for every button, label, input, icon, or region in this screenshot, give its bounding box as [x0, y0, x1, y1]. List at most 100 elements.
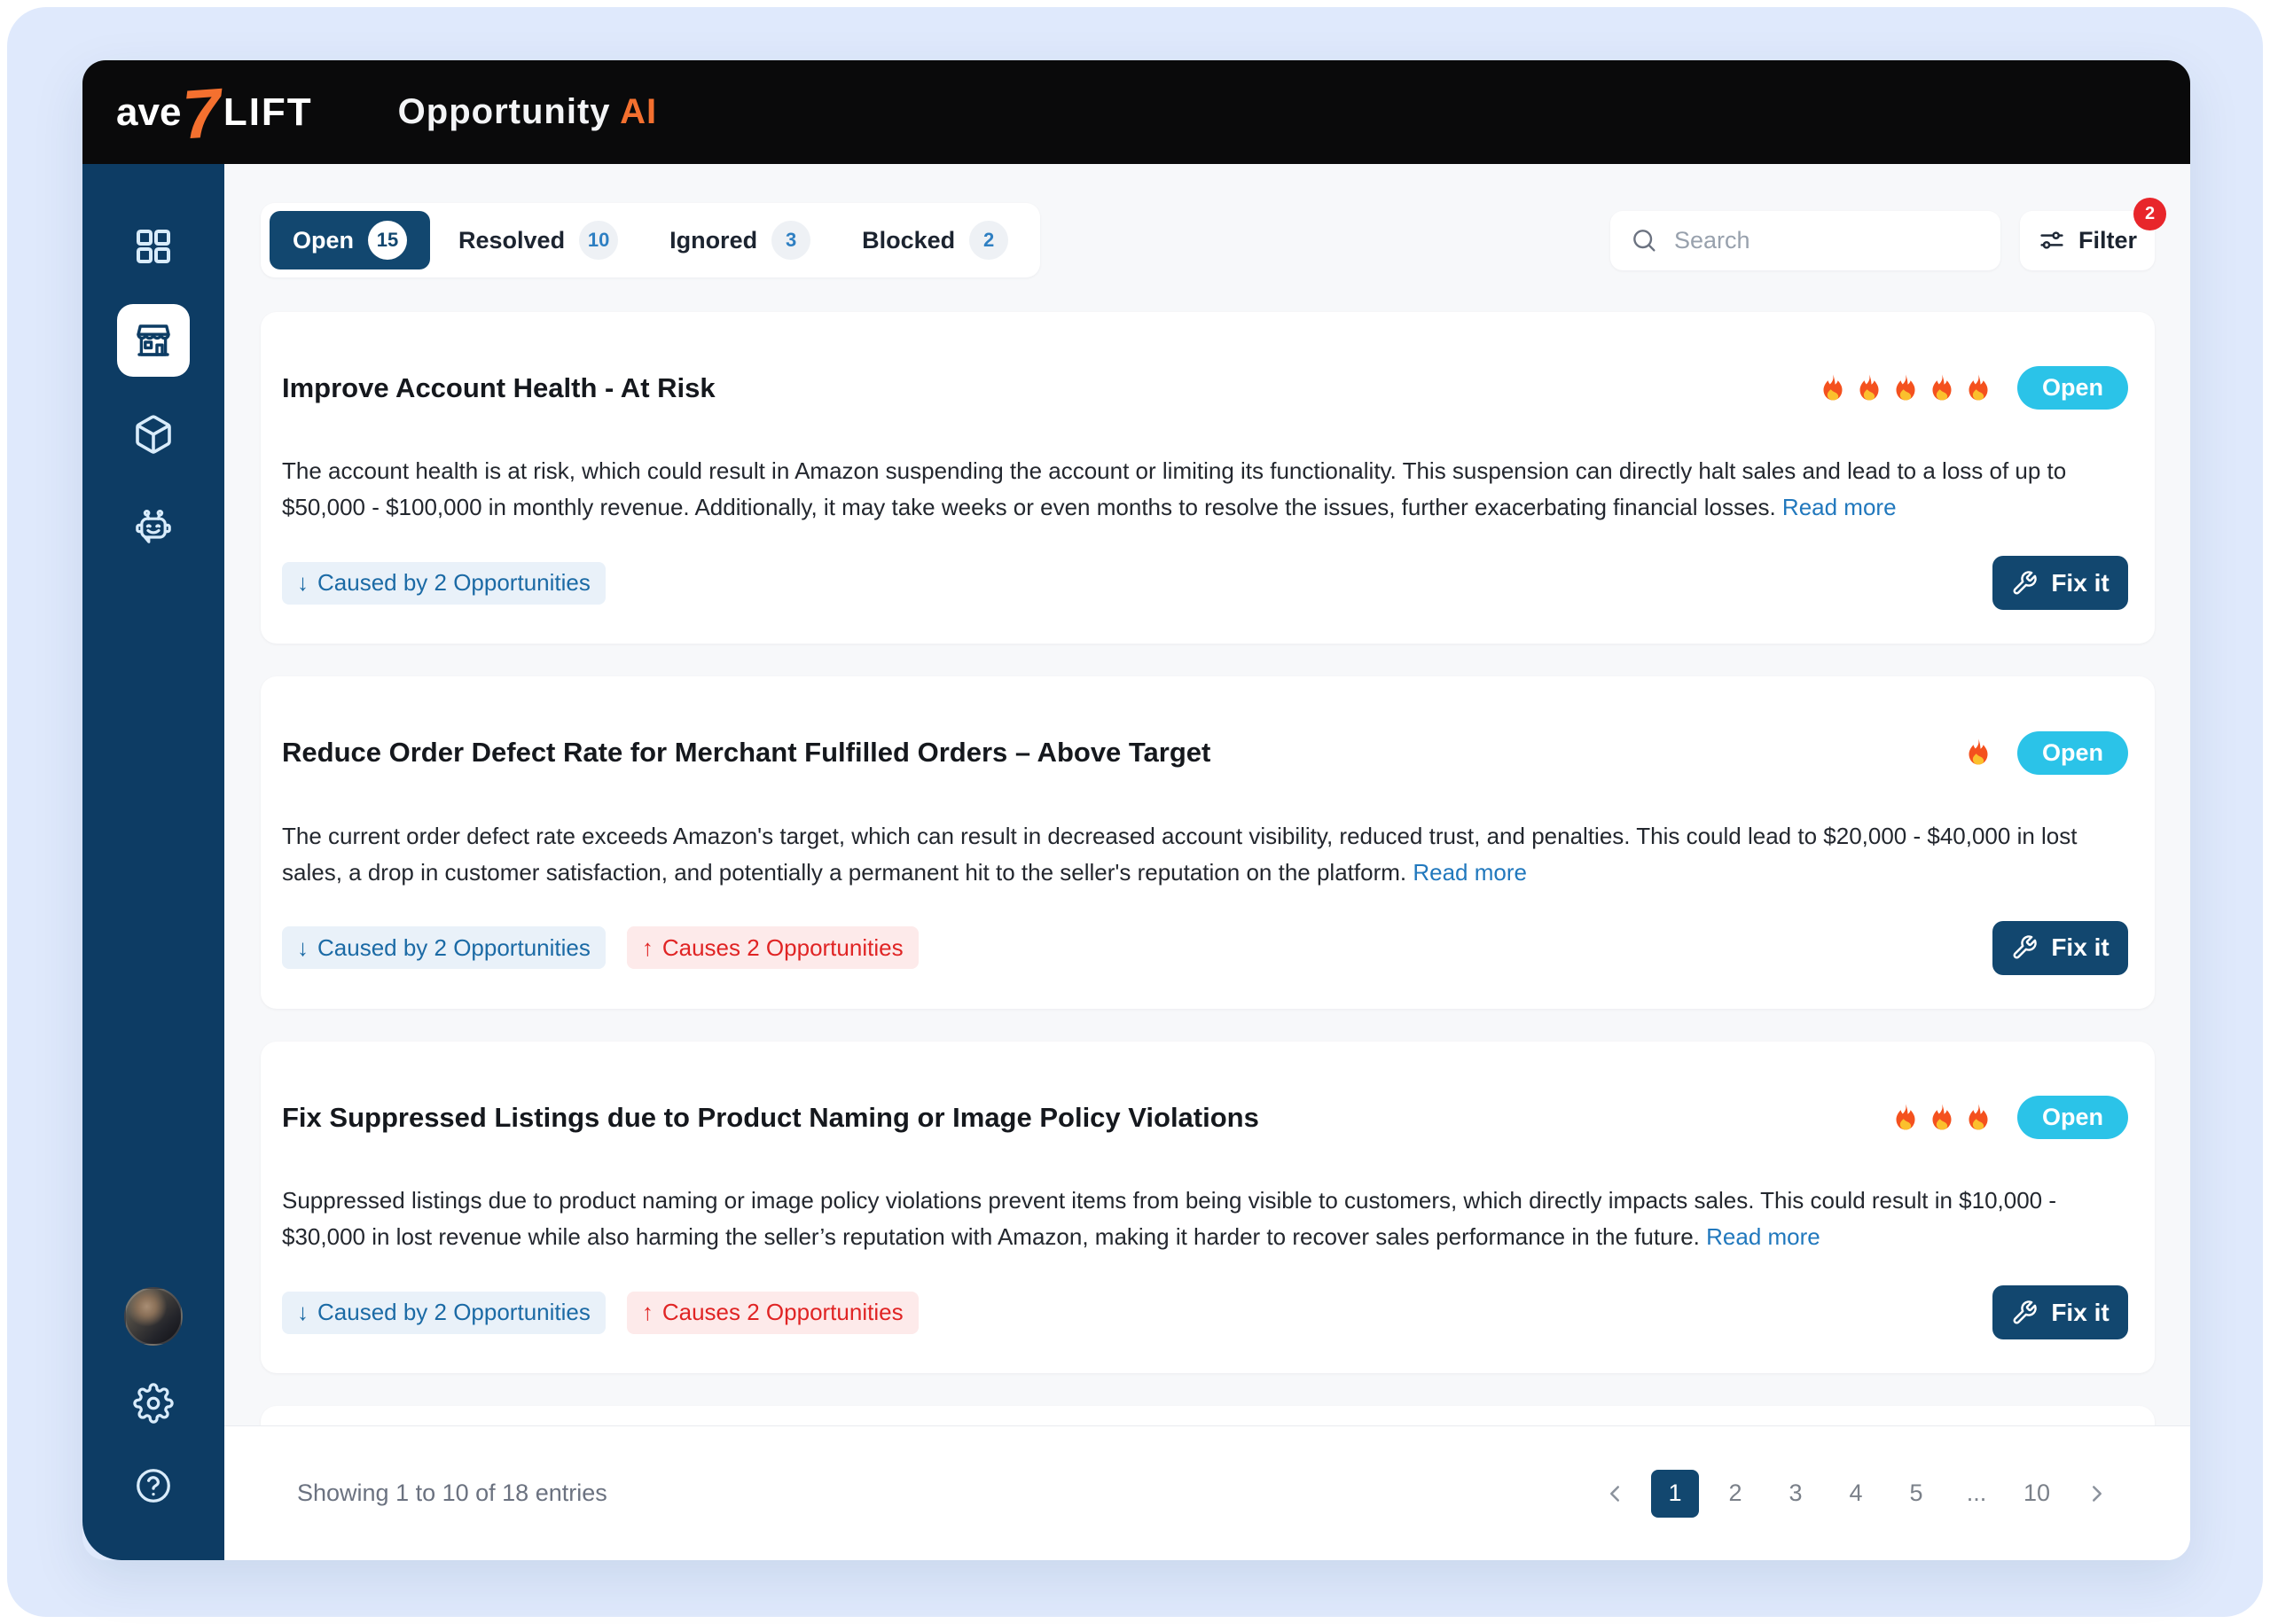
fire-icon: [1823, 374, 1843, 401]
logo-accent-seven: 7: [180, 73, 224, 153]
search-input[interactable]: [1672, 225, 1981, 255]
toolbar: Open 15 Resolved 10 Ignored 3 Blocked 2: [261, 197, 2166, 277]
filter-sliders-icon: [2040, 231, 2063, 249]
fire-icon: [1859, 374, 1879, 401]
read-more-link[interactable]: Read more: [1706, 1223, 1820, 1250]
sidebar-item-store[interactable]: [117, 304, 190, 377]
prev-page-button[interactable]: [1591, 1470, 1639, 1518]
search-box: [1610, 210, 2000, 270]
arrow-down-icon: ↓: [297, 933, 309, 961]
fire-icon: [1932, 1103, 1952, 1130]
card-title: Reduce Order Defect Rate for Merchant Fu…: [282, 737, 1211, 769]
fire-icon: [1896, 1103, 1915, 1130]
card-description: The current order defect rate exceeds Am…: [282, 822, 2078, 886]
read-more-link[interactable]: Read more: [1413, 859, 1527, 886]
tab-count-badge: 2: [969, 221, 1009, 260]
fire-icon: [1969, 738, 1988, 765]
sidebar: [82, 164, 224, 1560]
opportunity-card: Improve Account Health - At Risk Open Th…: [261, 312, 2155, 644]
pagination: 1 2 3 4 5... 10: [1591, 1469, 2121, 1518]
card-title: Improve Account Health - At Risk: [282, 371, 716, 403]
tab-ignored[interactable]: Ignored 3: [646, 211, 834, 269]
status-badge: Open: [2016, 1096, 2128, 1140]
card-title: Fix Suppressed Listings due to Product N…: [282, 1101, 1259, 1133]
severity-fires: [1962, 737, 1994, 769]
tab-count-badge: 10: [579, 221, 619, 260]
arrow-up-icon: ↑: [641, 933, 654, 961]
page-button-1[interactable]: 1: [1651, 1469, 1699, 1518]
opportunity-list: Improve Account Health - At Risk Open Th…: [224, 277, 2190, 1425]
tab-open[interactable]: Open 15: [270, 211, 431, 269]
chevron-right-icon: [2093, 1485, 2102, 1502]
tab-count-badge: 3: [771, 221, 811, 260]
list-footer: Showing 1 to 10 of 18 entries 1 2 3 4 5... 10: [224, 1425, 2190, 1560]
help-icon[interactable]: [133, 1465, 174, 1511]
page-title-accent: AI: [620, 92, 658, 131]
fix-it-button[interactable]: Fix it: [1992, 556, 2128, 611]
filter-label: Filter: [2078, 226, 2137, 254]
opportunity-card: Valid Tracking Rate – Currently Below Am…: [261, 1406, 2155, 1425]
tab-blocked[interactable]: Blocked 2: [839, 211, 1031, 269]
search-icon: [1633, 230, 1656, 252]
status-badge: Open: [2016, 366, 2128, 410]
sidebar-nav: [117, 210, 190, 586]
filter-button[interactable]: Filter 2: [2020, 197, 2166, 270]
app-header: ave 7 LIFT Opportunity AI: [82, 60, 2190, 164]
fire-icon: [1896, 374, 1915, 401]
page-ellipsis: ...: [1966, 1480, 1987, 1506]
page-background: ave 7 LIFT Opportunity AI Open 15 Resolv…: [7, 7, 2263, 1617]
wrench-icon: [2013, 1300, 2038, 1324]
opportunity-card: Reduce Order Defect Rate for Merchant Fu…: [261, 676, 2155, 1009]
app-window: ave 7 LIFT Opportunity AI Open 15 Resolv…: [82, 60, 2190, 1560]
logo-text-post: LIFT: [223, 90, 313, 134]
brand-logo: ave 7 LIFT: [116, 73, 313, 153]
severity-fires: [1890, 1102, 1994, 1134]
robot-icon: [136, 510, 171, 543]
tab-count-badge: 15: [368, 221, 408, 260]
page-title: Opportunity AI: [397, 92, 658, 131]
page-button-3[interactable]: 3: [1772, 1470, 1820, 1518]
page-button-10[interactable]: 10: [2013, 1470, 2061, 1518]
logo-text-pre: ave: [116, 90, 182, 134]
wrench-icon: [2013, 571, 2038, 595]
fire-icon: [1932, 374, 1952, 401]
filter-badge: 2: [2133, 197, 2166, 230]
severity-fires: [1817, 372, 1994, 404]
caused-opportunities-chip[interactable]: ↓ Caused by 2 Opportunities: [282, 1291, 606, 1334]
page-button-2[interactable]: 2: [1711, 1470, 1759, 1518]
card-description: The account health is at risk, which cou…: [282, 457, 2067, 521]
arrow-down-icon: ↓: [297, 569, 309, 597]
sidebar-item-assistant[interactable]: [117, 492, 190, 565]
cube-icon: [136, 415, 171, 454]
read-more-link[interactable]: Read more: [1782, 494, 1897, 520]
user-avatar[interactable]: [124, 1287, 183, 1346]
grid-icon: [137, 230, 170, 263]
main-content: Open 15 Resolved 10 Ignored 3 Blocked 2: [224, 164, 2190, 1560]
arrow-up-icon: ↑: [641, 1299, 654, 1326]
causes-opportunities-chip[interactable]: ↑ Causes 2 Opportunities: [626, 926, 919, 970]
sidebar-item-products[interactable]: [117, 398, 190, 471]
chevron-left-icon: [1610, 1485, 1619, 1502]
entries-summary: Showing 1 to 10 of 18 entries: [297, 1480, 607, 1506]
causes-opportunities-chip[interactable]: ↑ Causes 2 Opportunities: [626, 1291, 919, 1334]
opportunity-card: Fix Suppressed Listings due to Product N…: [261, 1041, 2155, 1374]
status-tabs: Open 15 Resolved 10 Ignored 3 Blocked 2: [261, 203, 1041, 277]
store-icon: [137, 324, 170, 356]
sidebar-bottom: [124, 1287, 183, 1511]
caused-opportunities-chip[interactable]: ↓ Caused by 2 Opportunities: [282, 561, 606, 605]
sidebar-item-dashboard[interactable]: [117, 210, 190, 283]
caused-opportunities-chip[interactable]: ↓ Caused by 2 Opportunities: [282, 926, 606, 970]
page-button-4[interactable]: 4: [1832, 1470, 1880, 1518]
gear-icon[interactable]: [133, 1383, 174, 1428]
arrow-down-icon: ↓: [297, 1299, 309, 1326]
status-badge: Open: [2016, 730, 2128, 775]
fix-it-button[interactable]: Fix it: [1992, 920, 2128, 975]
tab-resolved[interactable]: Resolved 10: [435, 211, 641, 269]
fire-icon: [1969, 1103, 1988, 1130]
fix-it-button[interactable]: Fix it: [1992, 1285, 2128, 1340]
page-button-5[interactable]: 5: [1892, 1470, 1940, 1518]
fire-icon: [1969, 374, 1988, 401]
wrench-icon: [2013, 935, 2038, 959]
next-page-button[interactable]: [2073, 1470, 2121, 1518]
card-description: Suppressed listings due to product namin…: [282, 1187, 2057, 1251]
